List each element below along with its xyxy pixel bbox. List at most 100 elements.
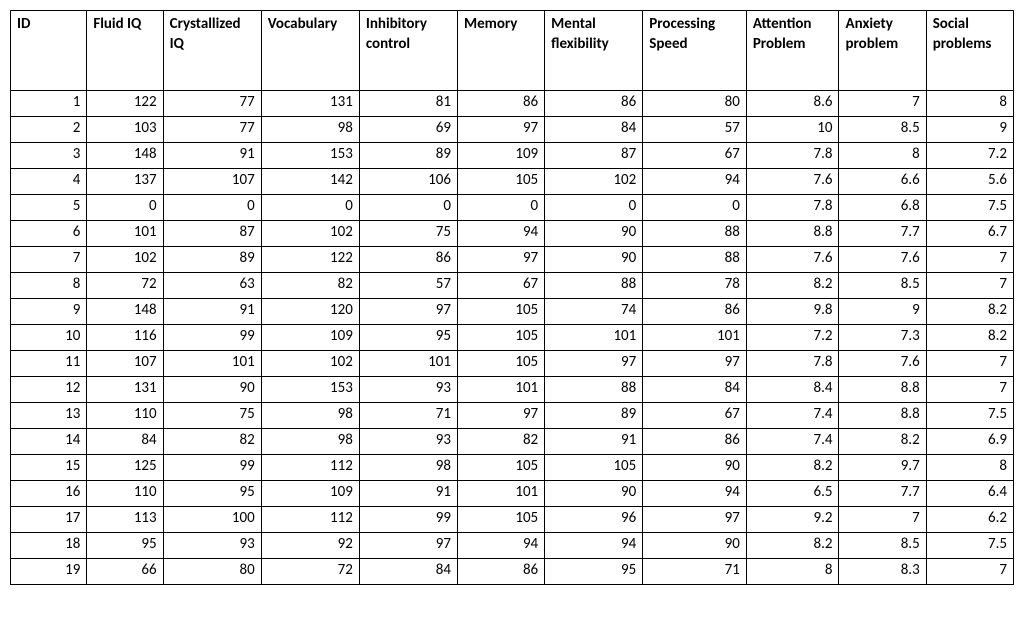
table-row: 151259911298105105908.29.78 xyxy=(11,455,1014,481)
table-cell: 6.9 xyxy=(926,429,1013,455)
table-cell: 7.4 xyxy=(746,403,839,429)
table-cell: 6.6 xyxy=(839,169,926,195)
table-cell: 9 xyxy=(839,299,926,325)
table-cell: 8.2 xyxy=(926,299,1013,325)
table-row: 12131901539310188848.48.87 xyxy=(11,377,1014,403)
table-cell: 96 xyxy=(545,507,643,533)
table-row: 3148911538910987677.887.2 xyxy=(11,143,1014,169)
table-row: 171131001129910596979.276.2 xyxy=(11,507,1014,533)
table-cell: 95 xyxy=(545,559,643,585)
table-cell: 10 xyxy=(746,117,839,143)
table-cell: 110 xyxy=(87,403,163,429)
table-cell: 7 xyxy=(11,247,87,273)
header-mem: Memory xyxy=(457,11,544,91)
table-cell: 98 xyxy=(359,455,457,481)
table-cell: 7.6 xyxy=(839,351,926,377)
table-cell: 99 xyxy=(163,455,261,481)
table-cell: 110 xyxy=(87,481,163,507)
table-cell: 122 xyxy=(87,91,163,117)
table-cell: 57 xyxy=(359,273,457,299)
table-cell: 101 xyxy=(359,351,457,377)
table-cell: 90 xyxy=(545,247,643,273)
table-cell: 120 xyxy=(261,299,359,325)
table-cell: 105 xyxy=(545,455,643,481)
table-cell: 7.8 xyxy=(746,351,839,377)
table-cell: 102 xyxy=(261,351,359,377)
table-cell: 7 xyxy=(839,91,926,117)
table-cell: 67 xyxy=(457,273,544,299)
table-cell: 8.3 xyxy=(839,559,926,585)
table-row: 2103779869978457108.59 xyxy=(11,117,1014,143)
table-row: 500000007.86.87.5 xyxy=(11,195,1014,221)
header-attn: Attention Problem xyxy=(746,11,839,91)
table-cell: 97 xyxy=(457,117,544,143)
table-cell: 9.8 xyxy=(746,299,839,325)
table-cell: 8.5 xyxy=(839,273,926,299)
table-cell: 90 xyxy=(643,455,747,481)
table-cell: 105 xyxy=(457,169,544,195)
table-cell: 7 xyxy=(926,559,1013,585)
table-cell: 101 xyxy=(163,351,261,377)
header-soc: Social problems xyxy=(926,11,1013,91)
table-cell: 7.7 xyxy=(839,481,926,507)
table-cell: 107 xyxy=(163,169,261,195)
table-cell: 6.8 xyxy=(839,195,926,221)
table-cell: 72 xyxy=(261,559,359,585)
table-cell: 75 xyxy=(359,221,457,247)
table-cell: 116 xyxy=(87,325,163,351)
table-cell: 92 xyxy=(261,533,359,559)
table-row: 1011699109951051011017.27.38.2 xyxy=(11,325,1014,351)
table-cell: 93 xyxy=(163,533,261,559)
table-cell: 77 xyxy=(163,91,261,117)
table-cell: 8.8 xyxy=(839,403,926,429)
table-cell: 88 xyxy=(643,221,747,247)
table-cell: 8 xyxy=(926,455,1013,481)
table-row: 4137107142106105102947.66.65.6 xyxy=(11,169,1014,195)
table-cell: 8.2 xyxy=(746,533,839,559)
table-cell: 8.2 xyxy=(839,429,926,455)
table-cell: 97 xyxy=(457,247,544,273)
table-cell: 94 xyxy=(457,221,544,247)
table-cell: 63 xyxy=(163,273,261,299)
table-cell: 7.5 xyxy=(926,195,1013,221)
table-cell: 7.4 xyxy=(746,429,839,455)
header-id: ID xyxy=(11,11,87,91)
table-cell: 93 xyxy=(359,377,457,403)
table-cell: 2 xyxy=(11,117,87,143)
table-cell: 97 xyxy=(545,351,643,377)
table-cell: 0 xyxy=(261,195,359,221)
table-cell: 91 xyxy=(163,143,261,169)
table-cell: 7.7 xyxy=(839,221,926,247)
table-cell: 7 xyxy=(839,507,926,533)
table-cell: 97 xyxy=(643,507,747,533)
table-cell: 91 xyxy=(163,299,261,325)
table-cell: 91 xyxy=(359,481,457,507)
table-row: 610187102759490888.87.76.7 xyxy=(11,221,1014,247)
table-cell: 131 xyxy=(261,91,359,117)
table-row: 16110951099110190946.57.76.4 xyxy=(11,481,1014,507)
table-cell: 75 xyxy=(163,403,261,429)
header-cryst: Crystallized IQ xyxy=(163,11,261,91)
table-cell: 6.7 xyxy=(926,221,1013,247)
table-row: 18959392979494908.28.57.5 xyxy=(11,533,1014,559)
table-cell: 9 xyxy=(11,299,87,325)
table-cell: 97 xyxy=(643,351,747,377)
header-mental: Mental flexibility xyxy=(545,11,643,91)
table-cell: 74 xyxy=(545,299,643,325)
table-cell: 7.5 xyxy=(926,403,1013,429)
table-cell: 105 xyxy=(457,455,544,481)
table-cell: 109 xyxy=(261,481,359,507)
table-cell: 8.2 xyxy=(746,455,839,481)
table-cell: 11 xyxy=(11,351,87,377)
table-cell: 7.8 xyxy=(746,143,839,169)
table-row: 14848298938291867.48.26.9 xyxy=(11,429,1014,455)
table-cell: 122 xyxy=(261,247,359,273)
header-fluid: Fluid IQ xyxy=(87,11,163,91)
table-cell: 97 xyxy=(359,533,457,559)
table-cell: 105 xyxy=(457,299,544,325)
table-cell: 8.2 xyxy=(926,325,1013,351)
table-cell: 102 xyxy=(545,169,643,195)
table-cell: 13 xyxy=(11,403,87,429)
table-cell: 12 xyxy=(11,377,87,403)
table-cell: 107 xyxy=(87,351,163,377)
